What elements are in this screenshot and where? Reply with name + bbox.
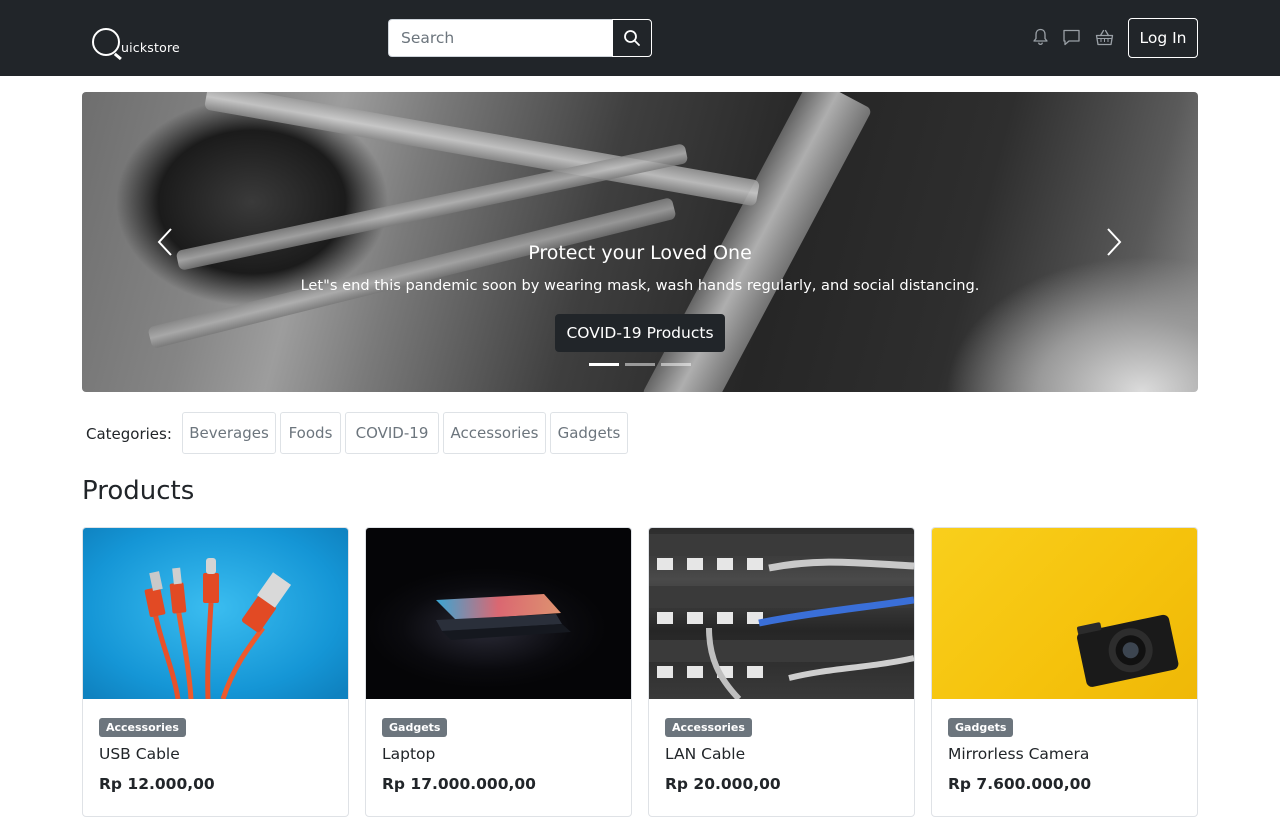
product-price: Rp 17.000.000,00 [382,775,536,793]
category-accessories[interactable]: Accessories [443,412,546,454]
product-name: Mirrorless Camera [948,745,1090,763]
carousel-indicator[interactable] [589,363,619,366]
product-card[interactable]: Gadgets Laptop Rp 17.000.000,00 [365,527,632,817]
carousel-indicator[interactable] [625,363,655,366]
covid-products-button[interactable]: COVID-19 Products [555,314,725,352]
bell-icon [1032,28,1048,46]
search-icon [624,30,640,46]
messages-button[interactable] [1061,27,1081,47]
product-price: Rp 7.600.000,00 [948,775,1092,793]
camera-illustration [1077,614,1179,687]
product-card[interactable]: Accessories USB Cable Rp 12.000,00 [82,527,349,817]
category-badge: Accessories [665,718,752,737]
products-heading: Products [82,476,195,506]
product-image-laptop [366,528,631,699]
categories-label: Categories: [86,425,172,443]
carousel-indicator[interactable] [661,363,691,366]
patch-panel-illustration [649,534,914,699]
carousel-text: Let"s end this pandemic soon by wearing … [300,277,980,294]
brand-q-icon [92,28,120,56]
search-input[interactable] [388,19,612,57]
product-image-mirrorless-camera [932,528,1197,699]
category-foods[interactable]: Foods [280,412,341,454]
product-name: USB Cable [99,745,180,763]
product-name: LAN Cable [665,745,746,763]
usb-cables-illustration [144,558,292,699]
product-name: Laptop [382,745,436,763]
navbar: uickstore Log In [0,0,1280,76]
category-badge: Accessories [99,718,186,737]
brand-text: uickstore [121,40,180,55]
brand-logo[interactable]: uickstore [92,22,192,56]
category-covid-19[interactable]: COVID-19 [345,412,439,454]
cart-button[interactable] [1094,27,1114,47]
product-card[interactable]: Gadgets Mirrorless Camera Rp 7.600.000,0… [931,527,1198,817]
product-image-usb-cable [83,528,348,699]
search-form [388,19,652,57]
search-button[interactable] [612,19,652,57]
product-image-lan-cable [649,528,914,699]
category-badge: Gadgets [382,718,448,737]
notifications-button[interactable] [1030,27,1050,47]
product-card[interactable]: Accessories LAN Cable Rp 20.000,00 [648,527,915,817]
product-price: Rp 12.000,00 [99,775,215,793]
chat-icon [1062,29,1080,45]
product-price: Rp 20.000,00 [665,775,781,793]
category-beverages[interactable]: Beverages [182,412,276,454]
login-button[interactable]: Log In [1128,18,1198,58]
category-badge: Gadgets [948,718,1014,737]
category-gadgets[interactable]: Gadgets [550,412,628,454]
basket-icon [1095,29,1113,45]
laptop-illustration [436,594,571,640]
carousel-title: Protect your Loved One [528,242,752,264]
hero-carousel: Protect your Loved One Let"s end this pa… [82,92,1198,392]
